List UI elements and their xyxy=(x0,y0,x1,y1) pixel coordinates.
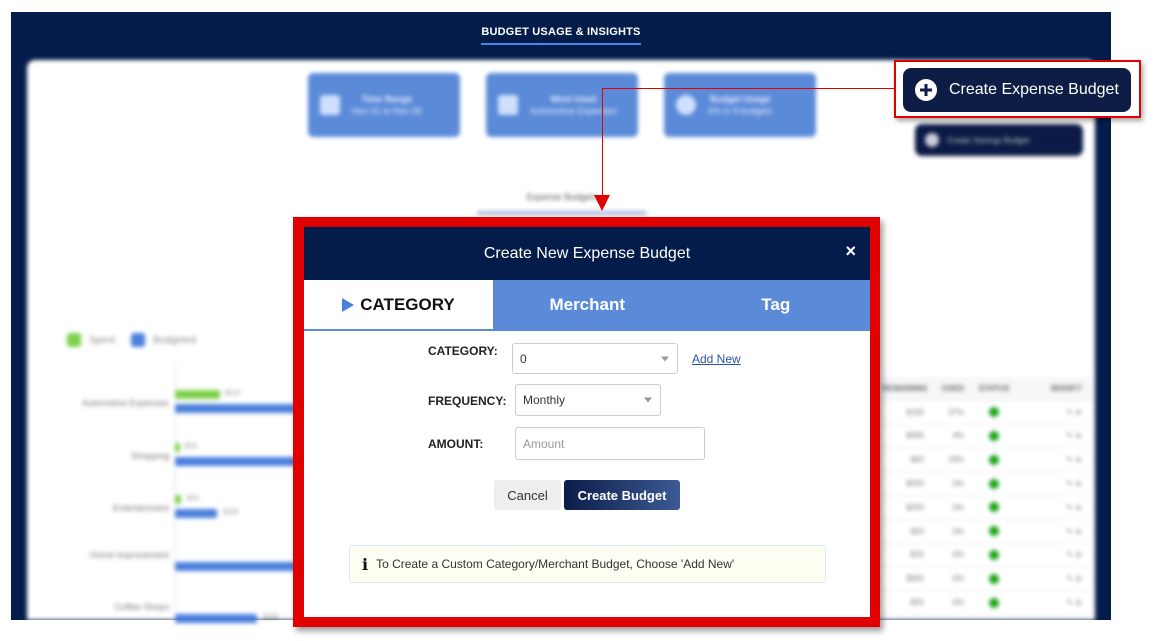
legend-swatch-spent xyxy=(67,333,81,347)
tab-tag[interactable]: Tag xyxy=(682,280,871,329)
legend-swatch-budgeted xyxy=(131,333,146,347)
bar-budgeted xyxy=(175,404,300,413)
status-ok-icon xyxy=(989,478,999,489)
amount-label: AMOUNT: xyxy=(428,437,484,451)
edit-delete-icons[interactable]: ✎ ⊘ xyxy=(1018,408,1088,417)
tab-merchant[interactable]: Merchant xyxy=(493,280,682,329)
annotation-arrow-icon xyxy=(594,195,610,211)
status-ok-icon xyxy=(989,407,999,418)
category-label: CATEGORY: xyxy=(428,344,498,358)
table-row: $385 4% ✎ ⊘ xyxy=(882,425,1092,449)
status-ok-icon xyxy=(989,502,999,513)
table-row: $200 0% ✎ ⊘ xyxy=(882,496,1092,520)
create-expense-budget-button[interactable]: Create Expense Budget xyxy=(903,68,1131,112)
status-ok-icon xyxy=(989,430,999,441)
tab-expense-budgets[interactable]: Expense Budgets xyxy=(477,192,647,215)
chevron-down-icon xyxy=(661,356,669,361)
bar-spent xyxy=(175,443,180,452)
status-ok-icon xyxy=(989,454,999,465)
modal-title: Create New Expense Budget xyxy=(483,244,691,262)
info-banner: i To Create a Custom Category/Merchant B… xyxy=(349,545,826,583)
stat-budget-usage: Budget Usage 6% in 9 budgets xyxy=(664,73,816,137)
add-new-link[interactable]: Add New xyxy=(692,352,741,366)
frequency-label: FREQUENCY: xyxy=(428,394,507,408)
bar-budgeted xyxy=(175,562,300,571)
bar-budgeted xyxy=(175,509,217,518)
annotation-line xyxy=(603,88,894,89)
table-row: $300 0% ✎ ⊘ xyxy=(882,472,1092,496)
info-icon: i xyxy=(362,554,369,574)
chart-legend: Spent Budgeted xyxy=(67,333,196,347)
bar-spent xyxy=(175,390,220,399)
edit-delete-icons[interactable]: ✎ ⊘ xyxy=(1018,598,1088,607)
table-row: $800 0% ✎ ⊘ xyxy=(882,567,1092,592)
calendar-icon xyxy=(320,95,340,115)
frequency-select[interactable]: Monthly xyxy=(515,384,661,416)
edit-delete-icons[interactable]: ✎ ⊘ xyxy=(1018,503,1088,512)
edit-delete-icons[interactable]: ✎ ⊘ xyxy=(1018,527,1088,536)
stat-most-used: Most Used Automotive Expenses xyxy=(486,73,638,137)
bar-spent xyxy=(175,495,181,504)
page-title: BUDGET USAGE & INSIGHTS xyxy=(11,26,1111,45)
edit-delete-icons[interactable]: ✎ ⊘ xyxy=(1018,455,1088,464)
table-row: $25 0% ✎ ⊘ xyxy=(882,544,1092,568)
create-savings-budget-button[interactable]: Create Savings Budget xyxy=(915,124,1083,156)
edit-delete-icons[interactable]: ✎ ⊘ xyxy=(1018,431,1088,440)
create-expense-budget-modal: Create New Expense Budget × CATEGORY Mer… xyxy=(304,227,870,617)
plus-circle-icon xyxy=(925,133,939,147)
table-header: REMAINING USED STATUS MODIFY xyxy=(882,377,1092,401)
bar-budgeted xyxy=(175,457,307,466)
status-ok-icon xyxy=(989,526,999,537)
money-icon xyxy=(498,95,518,115)
edit-delete-icons[interactable]: ✎ ⊘ xyxy=(1018,574,1088,583)
cancel-button[interactable]: Cancel xyxy=(494,480,561,510)
bar-budgeted xyxy=(175,614,257,623)
modal-header: Create New Expense Budget × xyxy=(304,227,870,280)
annotation-line xyxy=(602,88,603,196)
category-select[interactable]: 0 xyxy=(512,343,678,374)
status-ok-icon xyxy=(989,573,999,584)
stat-time-range: Time Range Nov 01 to Nov 06 xyxy=(308,73,460,137)
table-row: $50 0% ✎ ⊘ xyxy=(882,520,1092,544)
table-row: $82 18% ✎ ⊘ xyxy=(882,448,1092,473)
tab-category[interactable]: CATEGORY xyxy=(304,280,493,329)
table-row: $55 0% ✎ ⊘ xyxy=(882,591,1092,615)
status-ok-icon xyxy=(989,549,999,560)
status-ok-icon xyxy=(989,597,999,608)
plus-circle-icon xyxy=(915,79,937,101)
create-budget-button[interactable]: Create Budget xyxy=(564,480,680,510)
edit-delete-icons[interactable]: ✎ ⊘ xyxy=(1018,479,1088,488)
pie-icon xyxy=(676,95,696,115)
triangle-right-icon xyxy=(342,297,355,312)
budget-table: REMAINING USED STATUS MODIFY $190 37% ✎ ⊘ … xyxy=(882,377,1092,615)
edit-delete-icons[interactable]: ✎ ⊘ xyxy=(1018,550,1088,559)
table-row: $190 37% ✎ ⊘ xyxy=(882,401,1092,425)
chevron-down-icon xyxy=(644,397,652,403)
modal-tabs: CATEGORY Merchant Tag xyxy=(304,280,870,331)
close-icon[interactable]: × xyxy=(845,241,856,262)
amount-input[interactable]: Amount xyxy=(515,427,705,460)
